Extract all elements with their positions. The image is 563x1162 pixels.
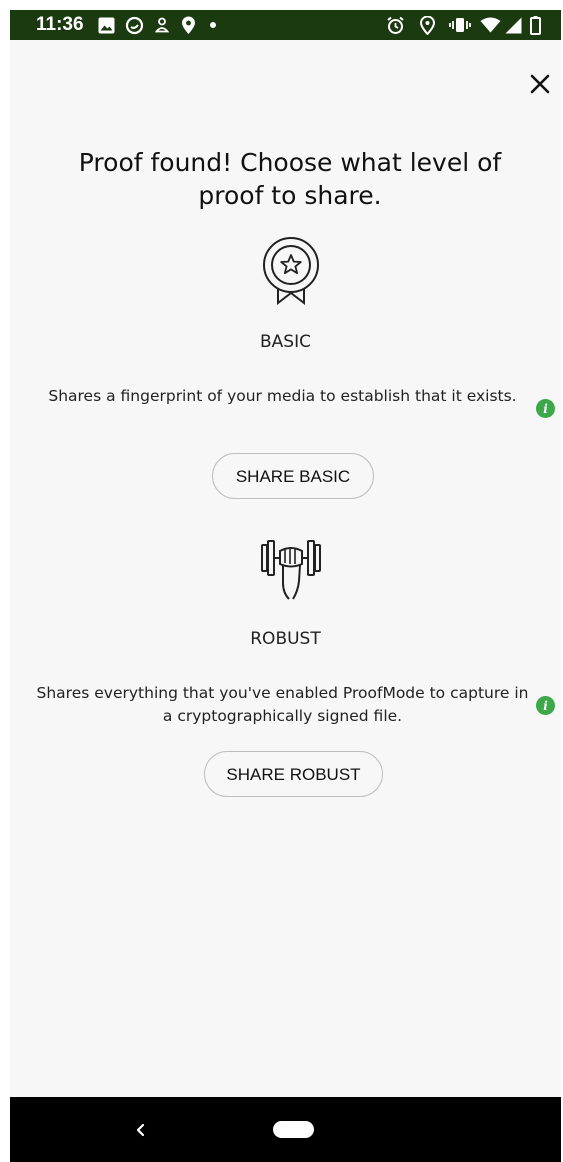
level-name-robust: ROBUST [250, 629, 321, 649]
dumbbell-fist-icon [258, 533, 324, 605]
image-icon [96, 10, 116, 40]
signal-icon [503, 10, 523, 40]
close-icon [530, 74, 550, 94]
info-icon[interactable]: i [536, 696, 555, 715]
battery-icon [527, 10, 543, 40]
navigation-bar [10, 1097, 561, 1162]
share-basic-button[interactable]: SHARE BASIC [212, 453, 374, 499]
status-bar: 11:36 [10, 10, 561, 40]
level-description-basic: Shares a fingerprint of your media to es… [48, 387, 517, 405]
page-title: Proof found! Choose what level of proof … [78, 148, 502, 210]
wifi-icon [479, 10, 501, 40]
back-chevron-icon [136, 1123, 145, 1137]
status-time: 11:36 [36, 14, 84, 35]
level-description-robust: Shares everything that you've enabled Pr… [36, 684, 529, 725]
award-ribbon-icon [258, 235, 324, 307]
level-name-basic: BASIC [260, 332, 311, 352]
info-icon-glyph: i [543, 698, 548, 713]
info-icon-glyph: i [543, 401, 548, 416]
account-icon [153, 10, 171, 40]
back-button[interactable] [126, 1115, 156, 1145]
close-button[interactable] [522, 66, 558, 102]
dot-icon [207, 10, 219, 40]
share-robust-button[interactable]: SHARE ROBUST [204, 751, 383, 797]
location-icon [417, 10, 437, 40]
alarm-icon [384, 10, 406, 40]
whatsapp-icon [123, 10, 145, 40]
vibrate-icon [448, 10, 472, 40]
proof-share-screen: 11:36 Proof found! Choose what level of … [10, 10, 561, 1162]
location-pin-icon [178, 10, 198, 40]
info-icon[interactable]: i [536, 399, 555, 418]
home-pill-icon[interactable] [273, 1121, 314, 1138]
